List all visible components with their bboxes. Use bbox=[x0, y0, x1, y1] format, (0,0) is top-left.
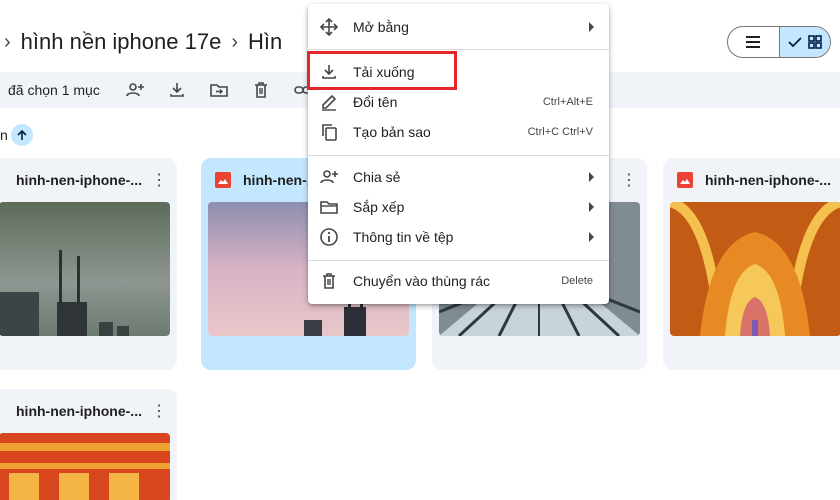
more-options-icon[interactable]: ⋮ bbox=[149, 401, 169, 421]
submenu-arrow-icon bbox=[589, 232, 594, 242]
menu-divider bbox=[308, 49, 609, 50]
rename-icon bbox=[319, 92, 339, 112]
view-toggle bbox=[727, 26, 831, 58]
delete-button[interactable] bbox=[240, 72, 282, 108]
more-options-icon[interactable]: ⋮ bbox=[619, 170, 639, 190]
submenu-arrow-icon bbox=[589, 172, 594, 182]
menu-item-shortcut: Ctrl+Alt+E bbox=[542, 96, 593, 108]
file-name: hinh-nen-iphone-... bbox=[16, 403, 142, 419]
menu-item-file-info[interactable]: Thông tin về tệp bbox=[308, 222, 609, 252]
menu-divider bbox=[308, 260, 609, 261]
list-icon bbox=[746, 36, 761, 48]
menu-item-make-copy[interactable]: Tạo bản sao Ctrl+C Ctrl+V bbox=[308, 117, 609, 147]
image-file-icon bbox=[677, 172, 693, 188]
selection-count: đã chọn 1 mục bbox=[8, 82, 100, 98]
organize-icon bbox=[319, 197, 339, 217]
breadcrumb-current[interactable]: Hìn bbox=[248, 29, 282, 55]
check-icon bbox=[788, 37, 802, 48]
menu-item-move-to-trash[interactable]: Chuyển vào thùng rác Delete bbox=[308, 266, 609, 296]
menu-item-open-with[interactable]: Mở bằng bbox=[308, 12, 609, 42]
arrow-up-icon[interactable] bbox=[10, 124, 33, 146]
list-view-button[interactable] bbox=[728, 27, 779, 57]
trash-icon bbox=[254, 82, 267, 98]
share-icon bbox=[319, 167, 339, 187]
chevron-right-icon: › bbox=[4, 30, 11, 53]
menu-divider bbox=[308, 155, 609, 156]
menu-item-shortcut: Delete bbox=[561, 275, 593, 287]
trash-icon bbox=[319, 271, 339, 291]
download-icon bbox=[170, 83, 184, 97]
move-button[interactable] bbox=[198, 72, 240, 108]
move-folder-icon bbox=[210, 84, 228, 97]
more-options-icon[interactable]: ⋮ bbox=[149, 170, 169, 190]
menu-item-label: Tạo bản sao bbox=[353, 124, 431, 140]
share-button[interactable] bbox=[114, 72, 156, 108]
menu-item-organize[interactable]: Sắp xếp bbox=[308, 192, 609, 222]
image-file-icon bbox=[215, 172, 231, 188]
context-menu: Mở bằng Tải xuống Đổi tên Ctrl+Alt+E Tạo… bbox=[308, 4, 609, 304]
info-icon bbox=[319, 227, 339, 247]
menu-item-share[interactable]: Chia sẻ bbox=[308, 162, 609, 192]
add-person-icon bbox=[126, 83, 144, 97]
download-button[interactable] bbox=[156, 72, 198, 108]
menu-item-label: Mở bằng bbox=[353, 19, 409, 35]
menu-item-label: Chia sẻ bbox=[353, 169, 401, 185]
submenu-arrow-icon bbox=[589, 22, 594, 32]
submenu-arrow-icon bbox=[589, 202, 594, 212]
menu-item-label: Đổi tên bbox=[353, 94, 398, 110]
sort-label: n bbox=[0, 127, 8, 143]
file-thumbnail bbox=[0, 202, 170, 336]
breadcrumb: › hình nền iphone 17e › Hìn bbox=[0, 22, 282, 62]
copy-icon bbox=[319, 122, 339, 142]
grid-icon bbox=[807, 35, 822, 49]
file-card[interactable]: hinh-nen-iphone-... bbox=[663, 158, 840, 370]
menu-item-label: Sắp xếp bbox=[353, 199, 405, 215]
menu-item-rename[interactable]: Đổi tên Ctrl+Alt+E bbox=[308, 87, 609, 117]
highlight-annotation-box bbox=[307, 51, 457, 90]
file-name: hinh-nen-iphone-... bbox=[16, 172, 142, 188]
file-name: hinh-nen-iphone-... bbox=[705, 172, 831, 188]
file-card[interactable]: hinh-nen-iphone-... ⋮ bbox=[0, 158, 177, 370]
file-thumbnail bbox=[670, 202, 840, 336]
file-thumbnail bbox=[0, 433, 170, 500]
menu-item-shortcut: Ctrl+C Ctrl+V bbox=[527, 126, 593, 138]
sort-control[interactable]: n bbox=[0, 124, 33, 146]
menu-item-label: Thông tin về tệp bbox=[353, 229, 454, 245]
grid-view-button[interactable] bbox=[778, 27, 830, 57]
breadcrumb-folder[interactable]: hình nền iphone 17e bbox=[21, 29, 222, 55]
open-with-icon bbox=[319, 17, 339, 37]
file-card[interactable]: hinh-nen-iphone-... ⋮ bbox=[0, 389, 177, 500]
chevron-right-icon: › bbox=[231, 30, 238, 53]
menu-item-label: Chuyển vào thùng rác bbox=[353, 273, 490, 289]
